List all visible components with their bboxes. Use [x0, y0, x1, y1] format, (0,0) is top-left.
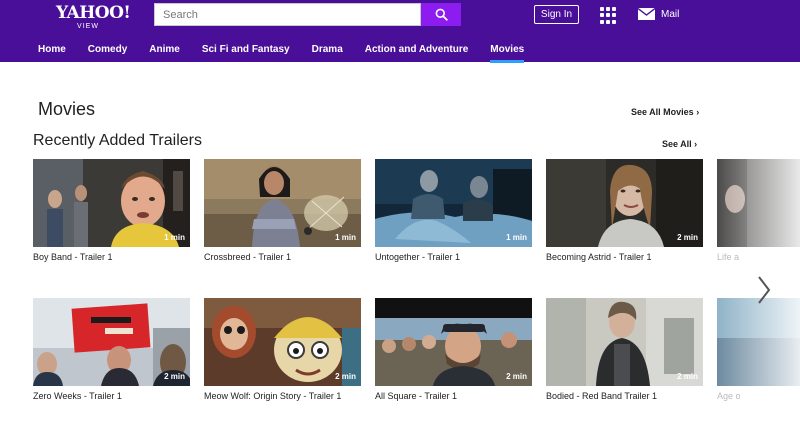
duration-badge: 1 min: [506, 233, 527, 242]
logo-sub-text: VIEW: [77, 23, 99, 30]
chevron-right-icon: [758, 276, 771, 304]
trailer-title[interactable]: Meow Wolf: Origin Story - Trailer 1: [204, 391, 341, 401]
trailer-thumbnail[interactable]: 1 min: [375, 159, 532, 247]
nav-item-anime[interactable]: Anime: [149, 44, 180, 61]
nav-item-home[interactable]: Home: [38, 44, 66, 61]
trailer-card[interactable]: 1 min Boy Band - Trailer 1: [33, 159, 190, 262]
top-header: YAHOO! VIEW Sign In Mail Home Comedy Ani…: [0, 0, 800, 63]
trailer-card[interactable]: 2 min Becoming Astrid - Trailer 1: [546, 159, 703, 262]
trailer-title[interactable]: All Square - Trailer 1: [375, 391, 457, 401]
trailer-thumbnail[interactable]: 2 min: [546, 159, 703, 247]
page-title: Movies: [38, 99, 96, 119]
duration-badge: 2 min: [677, 372, 698, 381]
duration-badge: 1 min: [335, 233, 356, 242]
trailer-title[interactable]: Life a: [717, 252, 739, 262]
trailer-thumbnail[interactable]: 2 min: [546, 298, 703, 386]
mail-label: Mail: [661, 8, 680, 20]
search-button[interactable]: [421, 3, 461, 26]
duration-badge: 2 min: [506, 372, 527, 381]
trailer-title[interactable]: Untogether - Trailer 1: [375, 252, 460, 262]
trailer-card[interactable]: 2 min Zero Weeks - Trailer 1: [33, 298, 190, 401]
yahoo-view-logo[interactable]: YAHOO! VIEW: [56, 3, 131, 31]
genre-nav: Home Comedy Anime Sci Fi and Fantasy Dra…: [38, 44, 546, 63]
trailer-card[interactable]: 1 min Crossbreed - Trailer 1: [204, 159, 361, 262]
trailer-card[interactable]: 2 min Meow Wolf: Origin Story - Trailer …: [204, 298, 361, 401]
trailer-card-partial[interactable]: Age o: [717, 298, 800, 401]
trailer-card[interactable]: 1 min Untogether - Trailer 1: [375, 159, 532, 262]
trailer-thumbnail[interactable]: 2 min: [33, 298, 190, 386]
mail-icon: [638, 8, 655, 20]
section-title: Recently Added Trailers: [33, 132, 202, 149]
carousel-next-button[interactable]: [754, 273, 774, 307]
search-icon: [435, 8, 448, 21]
trailer-card-partial[interactable]: Life a: [717, 159, 800, 262]
duration-badge: 2 min: [164, 372, 185, 381]
trailer-title[interactable]: Boy Band - Trailer 1: [33, 252, 113, 262]
nav-item-action-and-adventure[interactable]: Action and Adventure: [365, 44, 469, 61]
apps-grid-icon[interactable]: [600, 7, 617, 24]
duration-badge: 2 min: [335, 372, 356, 381]
trailer-title[interactable]: Becoming Astrid - Trailer 1: [546, 252, 652, 262]
trailer-thumbnail[interactable]: 1 min: [204, 159, 361, 247]
trailer-title[interactable]: Age o: [717, 391, 741, 401]
nav-item-comedy[interactable]: Comedy: [88, 44, 127, 61]
see-all-movies-link[interactable]: See All Movies ›: [631, 107, 699, 117]
trailer-thumbnail[interactable]: 2 min: [375, 298, 532, 386]
trailer-title[interactable]: Zero Weeks - Trailer 1: [33, 391, 122, 401]
nav-item-sci-fi-and-fantasy[interactable]: Sci Fi and Fantasy: [202, 44, 290, 61]
trailer-card[interactable]: 2 min Bodied - Red Band Trailer 1: [546, 298, 703, 401]
trailer-title[interactable]: Crossbreed - Trailer 1: [204, 252, 291, 262]
trailer-title[interactable]: Bodied - Red Band Trailer 1: [546, 391, 657, 401]
trailer-thumbnail[interactable]: [717, 159, 800, 247]
duration-badge: 1 min: [164, 233, 185, 242]
trailer-thumbnail[interactable]: [717, 298, 800, 386]
trailer-thumbnail[interactable]: 1 min: [33, 159, 190, 247]
nav-item-drama[interactable]: Drama: [312, 44, 343, 61]
logo-main-text: YAHOO!: [56, 3, 131, 23]
nav-item-movies[interactable]: Movies: [490, 44, 524, 63]
duration-badge: 2 min: [677, 233, 698, 242]
sign-in-button[interactable]: Sign In: [534, 5, 579, 24]
search-input[interactable]: [154, 3, 421, 26]
see-all-link[interactable]: See All ›: [662, 139, 697, 149]
trailer-card[interactable]: 2 min All Square - Trailer 1: [375, 298, 532, 401]
mail-link[interactable]: Mail: [638, 8, 679, 20]
trailer-thumbnail[interactable]: 2 min: [204, 298, 361, 386]
